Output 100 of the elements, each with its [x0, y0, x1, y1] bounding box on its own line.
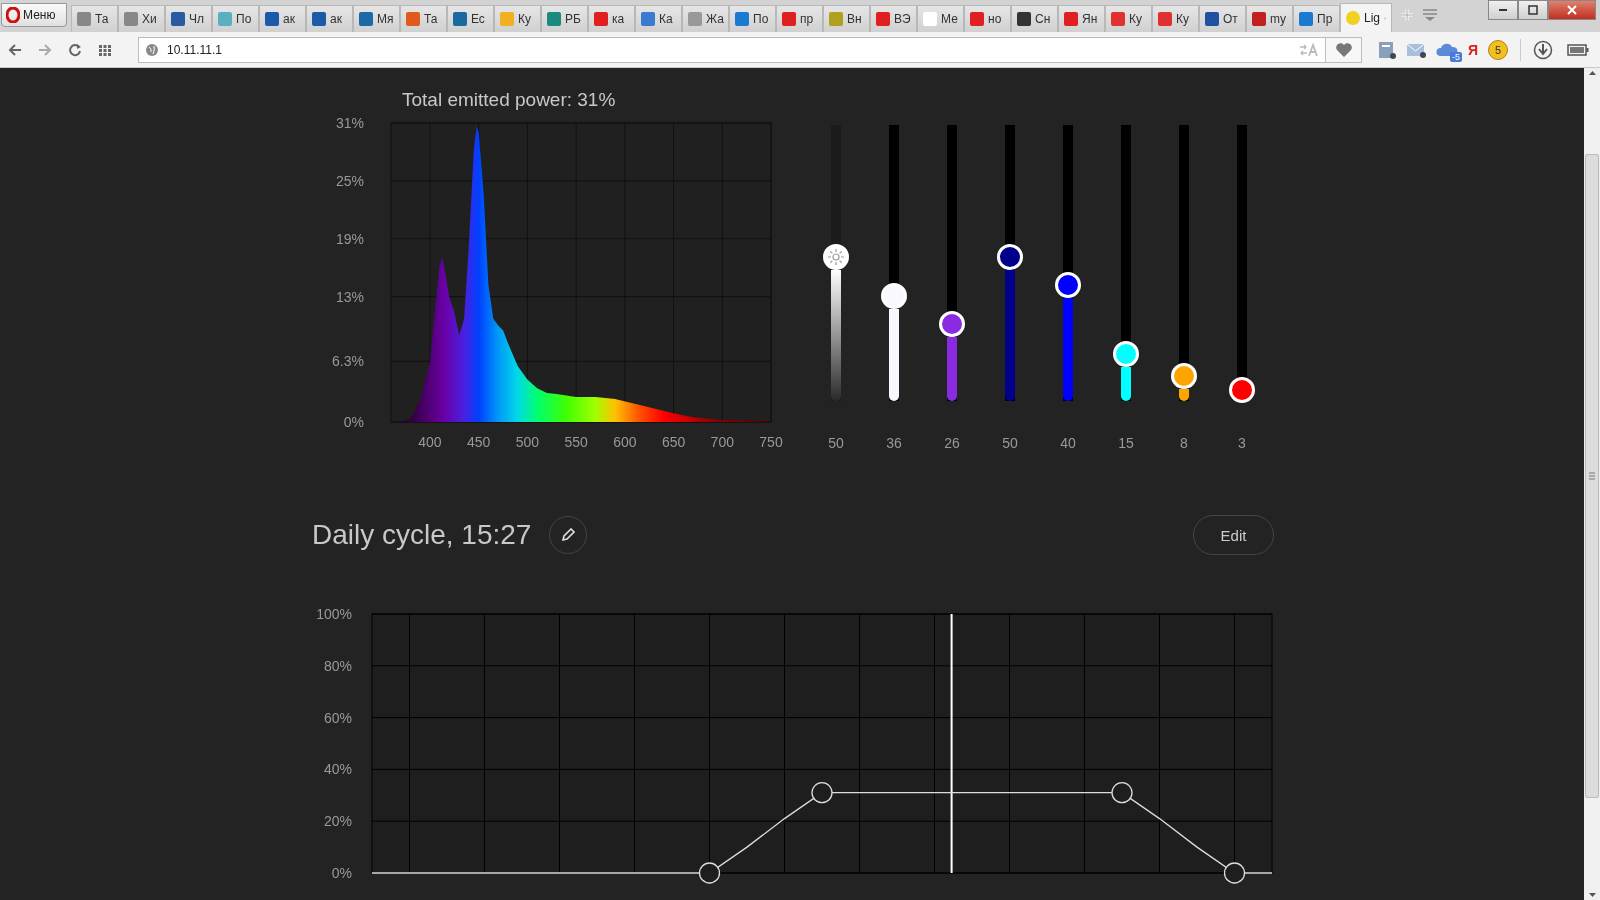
chart-point[interactable]: [698, 862, 721, 884]
count-badge: -5: [1450, 51, 1462, 62]
globe-icon: [145, 42, 159, 57]
slider-thumb[interactable]: [1229, 376, 1255, 403]
browser-tab[interactable]: Пр: [1293, 5, 1340, 32]
menu-button[interactable]: Меню: [1, 3, 67, 27]
slider-value: 26: [944, 435, 960, 451]
axis-label: 400: [418, 434, 442, 450]
battery-icon[interactable]: [1567, 43, 1590, 56]
bookmark-button[interactable]: [1326, 36, 1362, 63]
slider-thumb[interactable]: [1113, 341, 1139, 368]
axis-label: 25%: [335, 172, 364, 189]
browser-tab[interactable]: Ме: [917, 5, 964, 32]
browser-tab[interactable]: РБ: [541, 5, 588, 32]
browser-tab[interactable]: Сн: [1011, 5, 1058, 32]
browser-tab[interactable]: Жа: [682, 5, 729, 32]
slider-value: 36: [886, 435, 902, 451]
browser-tab[interactable]: ак: [259, 5, 306, 32]
close-icon: [1565, 4, 1579, 16]
axis-label: 80%: [323, 657, 352, 674]
slider-fill: [1179, 389, 1189, 401]
heart-icon: [1334, 41, 1353, 58]
browser-tab[interactable]: но: [964, 5, 1011, 32]
slider-thumb[interactable]: [997, 244, 1023, 271]
restore-icon: [1526, 4, 1540, 16]
browser-tab[interactable]: ак: [306, 5, 353, 32]
browser-tab[interactable]: Ян: [1058, 5, 1105, 32]
axis-label: 700: [710, 434, 734, 450]
axis-label: 600: [613, 434, 637, 450]
axis-label: 0%: [331, 865, 352, 881]
slider-value: 50: [828, 435, 844, 451]
grid-icon[interactable]: [98, 42, 112, 57]
slider-value: 3: [1238, 435, 1246, 451]
window-close-button[interactable]: [1548, 0, 1596, 20]
axis-label: 550: [564, 434, 588, 450]
address-field[interactable]: 10.11.11.1: [138, 36, 1326, 63]
slider-thumb[interactable]: [939, 310, 965, 337]
browser-tab[interactable]: Та: [71, 5, 118, 32]
axis-label: 750: [759, 434, 783, 450]
slider-value: 8: [1180, 435, 1188, 451]
slider-value: 40: [1060, 435, 1076, 451]
browser-tab[interactable]: пр: [776, 5, 823, 32]
browser-tab[interactable]: От: [1199, 5, 1246, 32]
browser-tab[interactable]: По: [729, 5, 776, 32]
browser-tab[interactable]: По: [212, 5, 259, 32]
slider-thumb[interactable]: [1055, 272, 1081, 299]
browser-tab[interactable]: ка: [588, 5, 635, 32]
browser-tab[interactable]: my: [1246, 5, 1293, 32]
envelope-icon[interactable]: [1406, 41, 1426, 58]
slider-thumb[interactable]: [1171, 363, 1197, 390]
browser-tab[interactable]: Та: [400, 5, 447, 32]
slider-value: 50: [1002, 435, 1018, 451]
browser-tab[interactable]: Хи: [118, 5, 165, 32]
axis-label: 20%: [323, 813, 352, 830]
axis-label: 19%: [335, 230, 364, 247]
browser-tab[interactable]: Ес: [447, 5, 494, 32]
axis-label: 60%: [323, 709, 352, 726]
browser-tab[interactable]: Чл: [165, 5, 212, 32]
pencil-icon: [561, 528, 576, 542]
axis-label: 13%: [335, 288, 364, 305]
notepad-icon[interactable]: [1378, 40, 1396, 59]
sun-icon: [827, 248, 845, 267]
axis-label: 650: [661, 434, 686, 450]
yandex-button[interactable]: Я: [1468, 41, 1479, 58]
axis-label: 450: [467, 434, 491, 450]
browser-tab[interactable]: Ка: [635, 5, 682, 32]
minimize-button[interactable]: [1488, 0, 1518, 20]
cloud-icon[interactable]: [1436, 41, 1458, 58]
slider-thumb[interactable]: [823, 244, 849, 271]
cycle-title: Daily cycle, 15:27: [312, 519, 532, 551]
browser-tab[interactable]: Ку: [1105, 5, 1152, 32]
axis-label: 31%: [335, 115, 364, 131]
slider-thumb[interactable]: [881, 283, 907, 310]
browser-tab[interactable]: Ку: [494, 5, 541, 32]
axis-label: 500: [515, 434, 540, 450]
browser-tab[interactable]: Вн: [823, 5, 870, 32]
browser-tab[interactable]: Lig: [1340, 3, 1392, 32]
chart-title: Total emitted power: 31%: [402, 89, 616, 110]
slider-value: 15: [1118, 435, 1134, 451]
browser-tab[interactable]: ВЭ: [870, 5, 917, 32]
back-icon[interactable]: [8, 42, 22, 57]
chart-point[interactable]: [1223, 862, 1246, 884]
chart-point[interactable]: [1111, 782, 1133, 804]
slider-fill: [1121, 367, 1131, 401]
coin-button[interactable]: 5: [1488, 39, 1509, 60]
scrollbar-thumb[interactable]: [1585, 154, 1599, 798]
maximize-button[interactable]: [1518, 0, 1548, 20]
logo-icon: [6, 7, 20, 23]
download-icon[interactable]: [1533, 39, 1554, 60]
browser-tab[interactable]: Ку: [1152, 5, 1199, 32]
chart-point[interactable]: [811, 782, 833, 804]
axis-label: 40%: [323, 761, 352, 778]
axis-label: 0%: [343, 414, 364, 430]
reload-icon[interactable]: [68, 42, 82, 57]
axis-label: 6.3%: [332, 353, 364, 370]
browser-tab[interactable]: Мя: [353, 5, 400, 32]
scroll-down-icon[interactable]: [1587, 890, 1597, 900]
translate-icon: [1299, 42, 1319, 57]
axis-label: 100%: [316, 606, 352, 622]
slider-fill: [947, 336, 957, 401]
